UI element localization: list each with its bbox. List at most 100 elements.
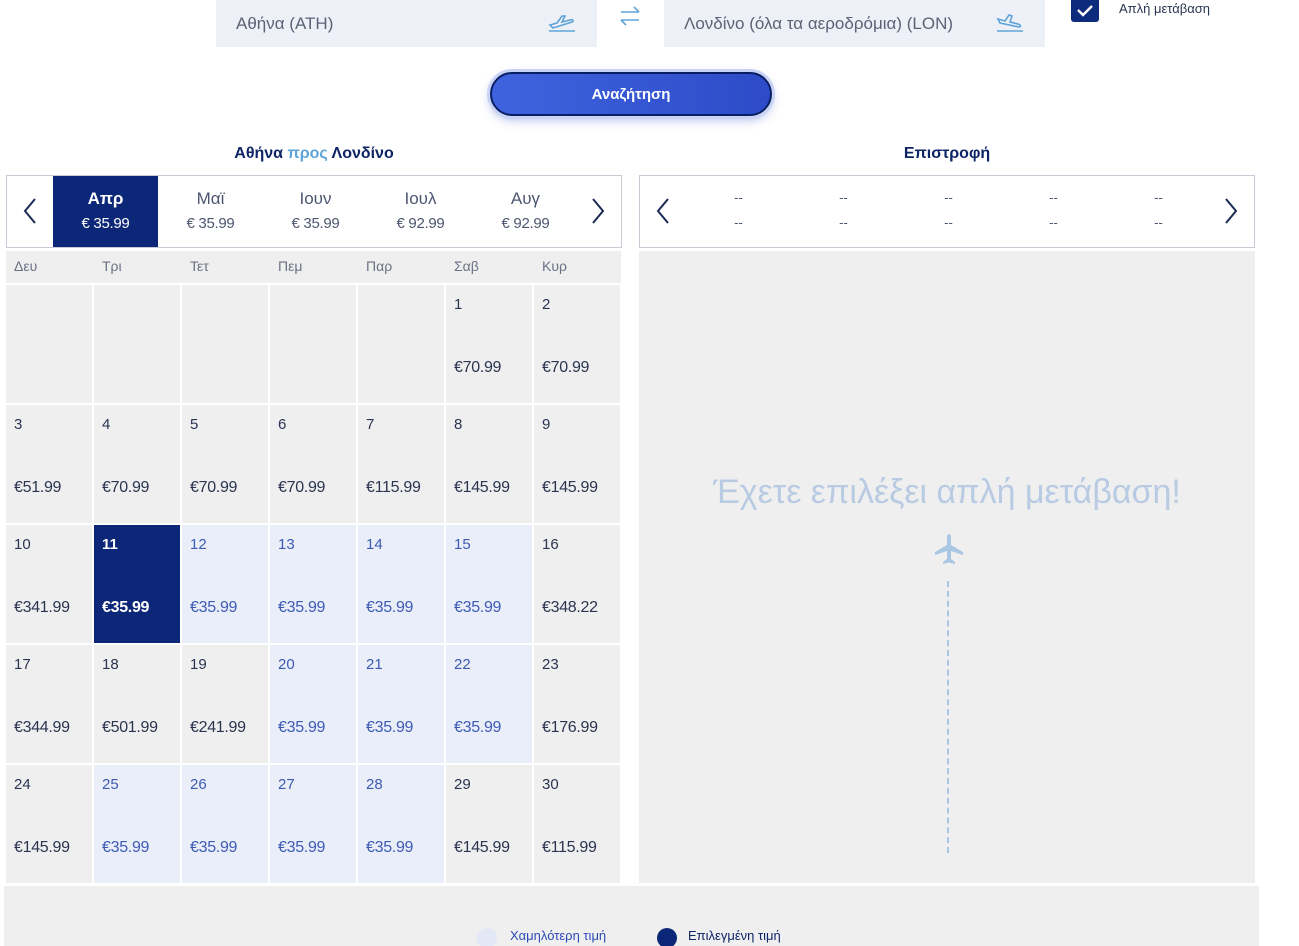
day-number: 10 bbox=[14, 536, 31, 553]
day-price: €35.99 bbox=[102, 599, 150, 616]
next-month-button[interactable] bbox=[583, 194, 613, 228]
chevron-left-icon bbox=[656, 198, 669, 224]
month-tab[interactable]: Μαϊ € 35.99 bbox=[158, 176, 263, 247]
calendar-day[interactable]: 2 €70.99 bbox=[534, 285, 620, 403]
calendar-day[interactable]: 28 €35.99 bbox=[358, 765, 444, 883]
calendar-day[interactable]: 10 €341.99 bbox=[6, 525, 92, 643]
calendar-day[interactable]: 5 €70.99 bbox=[182, 405, 268, 523]
day-price: €115.99 bbox=[366, 479, 421, 496]
flight-path-line bbox=[947, 581, 949, 853]
calendar-day[interactable]: 19 €241.99 bbox=[182, 645, 268, 763]
day-price: €35.99 bbox=[102, 839, 150, 856]
weekday-label: Τετ bbox=[190, 258, 209, 274]
legend-lowest-label: Χαμηλότερη τιμή bbox=[510, 928, 607, 943]
legend-selected-label: Επιλεγμένη τιμή bbox=[688, 928, 781, 943]
day-number: 2 bbox=[542, 296, 551, 313]
month-tab[interactable]: Αυγ € 92.99 bbox=[473, 176, 578, 247]
day-price: €70.99 bbox=[542, 359, 590, 376]
calendar-day[interactable]: 22 €35.99 bbox=[446, 645, 532, 763]
calendar-day[interactable]: 7 €115.99 bbox=[358, 405, 444, 523]
day-number: 4 bbox=[102, 416, 111, 433]
calendar-day[interactable]: 25 €35.99 bbox=[94, 765, 180, 883]
destination-field[interactable]: Λονδίνο (όλα τα αεροδρόμια) (LON) bbox=[664, 0, 1045, 47]
prev-month-button[interactable] bbox=[15, 194, 45, 228]
weekday-label: Σαβ bbox=[454, 258, 479, 274]
calendar-day[interactable]: 4 €70.99 bbox=[94, 405, 180, 523]
return-price-placeholder: -- bbox=[839, 215, 848, 230]
day-price: €348.22 bbox=[542, 599, 598, 616]
calendar-day[interactable]: 23 €176.99 bbox=[534, 645, 620, 763]
calendar-day[interactable]: 15 €35.99 bbox=[446, 525, 532, 643]
day-number: 1 bbox=[454, 296, 463, 313]
day-number: 21 bbox=[366, 656, 383, 673]
day-price: €35.99 bbox=[454, 599, 502, 616]
takeoff-icon bbox=[548, 15, 575, 32]
day-number: 8 bbox=[454, 416, 463, 433]
calendar-day[interactable]: 27 €35.99 bbox=[270, 765, 356, 883]
one-way-checkbox[interactable] bbox=[1071, 0, 1099, 22]
one-way-label: Απλή μετάβαση bbox=[1119, 1, 1210, 16]
day-price: €501.99 bbox=[102, 719, 158, 736]
outbound-title-to-word: προς bbox=[287, 145, 328, 162]
day-number: 6 bbox=[278, 416, 287, 433]
legend-lowest-swatch bbox=[477, 928, 497, 946]
return-month-slot: -- -- bbox=[1001, 176, 1106, 247]
calendar-day[interactable]: 3 €51.99 bbox=[6, 405, 92, 523]
calendar-day[interactable]: 13 €35.99 bbox=[270, 525, 356, 643]
return-title: Επιστροφή bbox=[903, 145, 991, 162]
calendar-day[interactable]: 21 €35.99 bbox=[358, 645, 444, 763]
day-number: 12 bbox=[190, 536, 207, 553]
day-price: €35.99 bbox=[454, 719, 502, 736]
day-price: €344.99 bbox=[14, 719, 70, 736]
origin-value: Αθήνα (ATH) bbox=[236, 13, 334, 33]
calendar-day[interactable]: 30 €115.99 bbox=[534, 765, 620, 883]
calendar-day[interactable]: 24 €145.99 bbox=[6, 765, 92, 883]
return-prev-month-button[interactable] bbox=[648, 194, 678, 228]
origin-field[interactable]: Αθήνα (ATH) bbox=[216, 0, 597, 47]
weekday-label: Παρ bbox=[366, 258, 393, 274]
search-button[interactable]: Αναζήτηση bbox=[490, 72, 772, 116]
return-next-month-button[interactable] bbox=[1216, 194, 1246, 228]
day-price: €241.99 bbox=[190, 719, 246, 736]
day-price: €35.99 bbox=[278, 719, 326, 736]
day-price: €70.99 bbox=[278, 479, 326, 496]
calendar-day[interactable]: 14 €35.99 bbox=[358, 525, 444, 643]
weekday-label: Πεμ bbox=[278, 258, 303, 274]
day-number: 18 bbox=[102, 656, 119, 673]
calendar-day[interactable]: 16 €348.22 bbox=[534, 525, 620, 643]
calendar-day[interactable]: 9 €145.99 bbox=[534, 405, 620, 523]
month-price: € 35.99 bbox=[81, 215, 130, 232]
return-month-placeholder: -- bbox=[1049, 190, 1058, 205]
return-month-slot: -- -- bbox=[791, 176, 896, 247]
weekday-header: Δευ Τρι Τετ Πεμ Παρ Σαβ Κυρ bbox=[6, 251, 621, 283]
month-tab[interactable]: Απρ € 35.99 bbox=[53, 176, 158, 247]
month-tab[interactable]: Ιουν € 35.99 bbox=[263, 176, 368, 247]
chevron-right-icon bbox=[1225, 198, 1238, 224]
calendar-day[interactable]: 11 €35.99 bbox=[94, 525, 180, 643]
return-month-placeholder: -- bbox=[839, 190, 848, 205]
day-price: €145.99 bbox=[454, 479, 510, 496]
day-price: €35.99 bbox=[366, 719, 414, 736]
calendar-day[interactable]: 17 €344.99 bbox=[6, 645, 92, 763]
calendar-day[interactable]: 26 €35.99 bbox=[182, 765, 268, 883]
return-price-placeholder: -- bbox=[944, 215, 953, 230]
calendar-empty-cell bbox=[358, 285, 444, 403]
swap-icon[interactable] bbox=[616, 4, 644, 28]
month-name: Απρ bbox=[87, 189, 124, 208]
return-month-slot: -- -- bbox=[896, 176, 1001, 247]
calendar-day[interactable]: 12 €35.99 bbox=[182, 525, 268, 643]
calendar-empty-cell bbox=[6, 285, 92, 403]
calendar-day[interactable]: 29 €145.99 bbox=[446, 765, 532, 883]
calendar-day[interactable]: 18 €501.99 bbox=[94, 645, 180, 763]
day-price: €35.99 bbox=[278, 839, 326, 856]
calendar-day[interactable]: 1 €70.99 bbox=[446, 285, 532, 403]
calendar-day[interactable]: 6 €70.99 bbox=[270, 405, 356, 523]
month-tab[interactable]: Ιουλ € 92.99 bbox=[368, 176, 473, 247]
weekday-label: Δευ bbox=[14, 258, 38, 274]
calendar-empty-cell bbox=[94, 285, 180, 403]
outbound-title-from: Αθήνα bbox=[234, 145, 283, 162]
day-price: €341.99 bbox=[14, 599, 70, 616]
calendar-day[interactable]: 20 €35.99 bbox=[270, 645, 356, 763]
calendar-day[interactable]: 8 €145.99 bbox=[446, 405, 532, 523]
weekday-label: Τρι bbox=[102, 258, 122, 274]
